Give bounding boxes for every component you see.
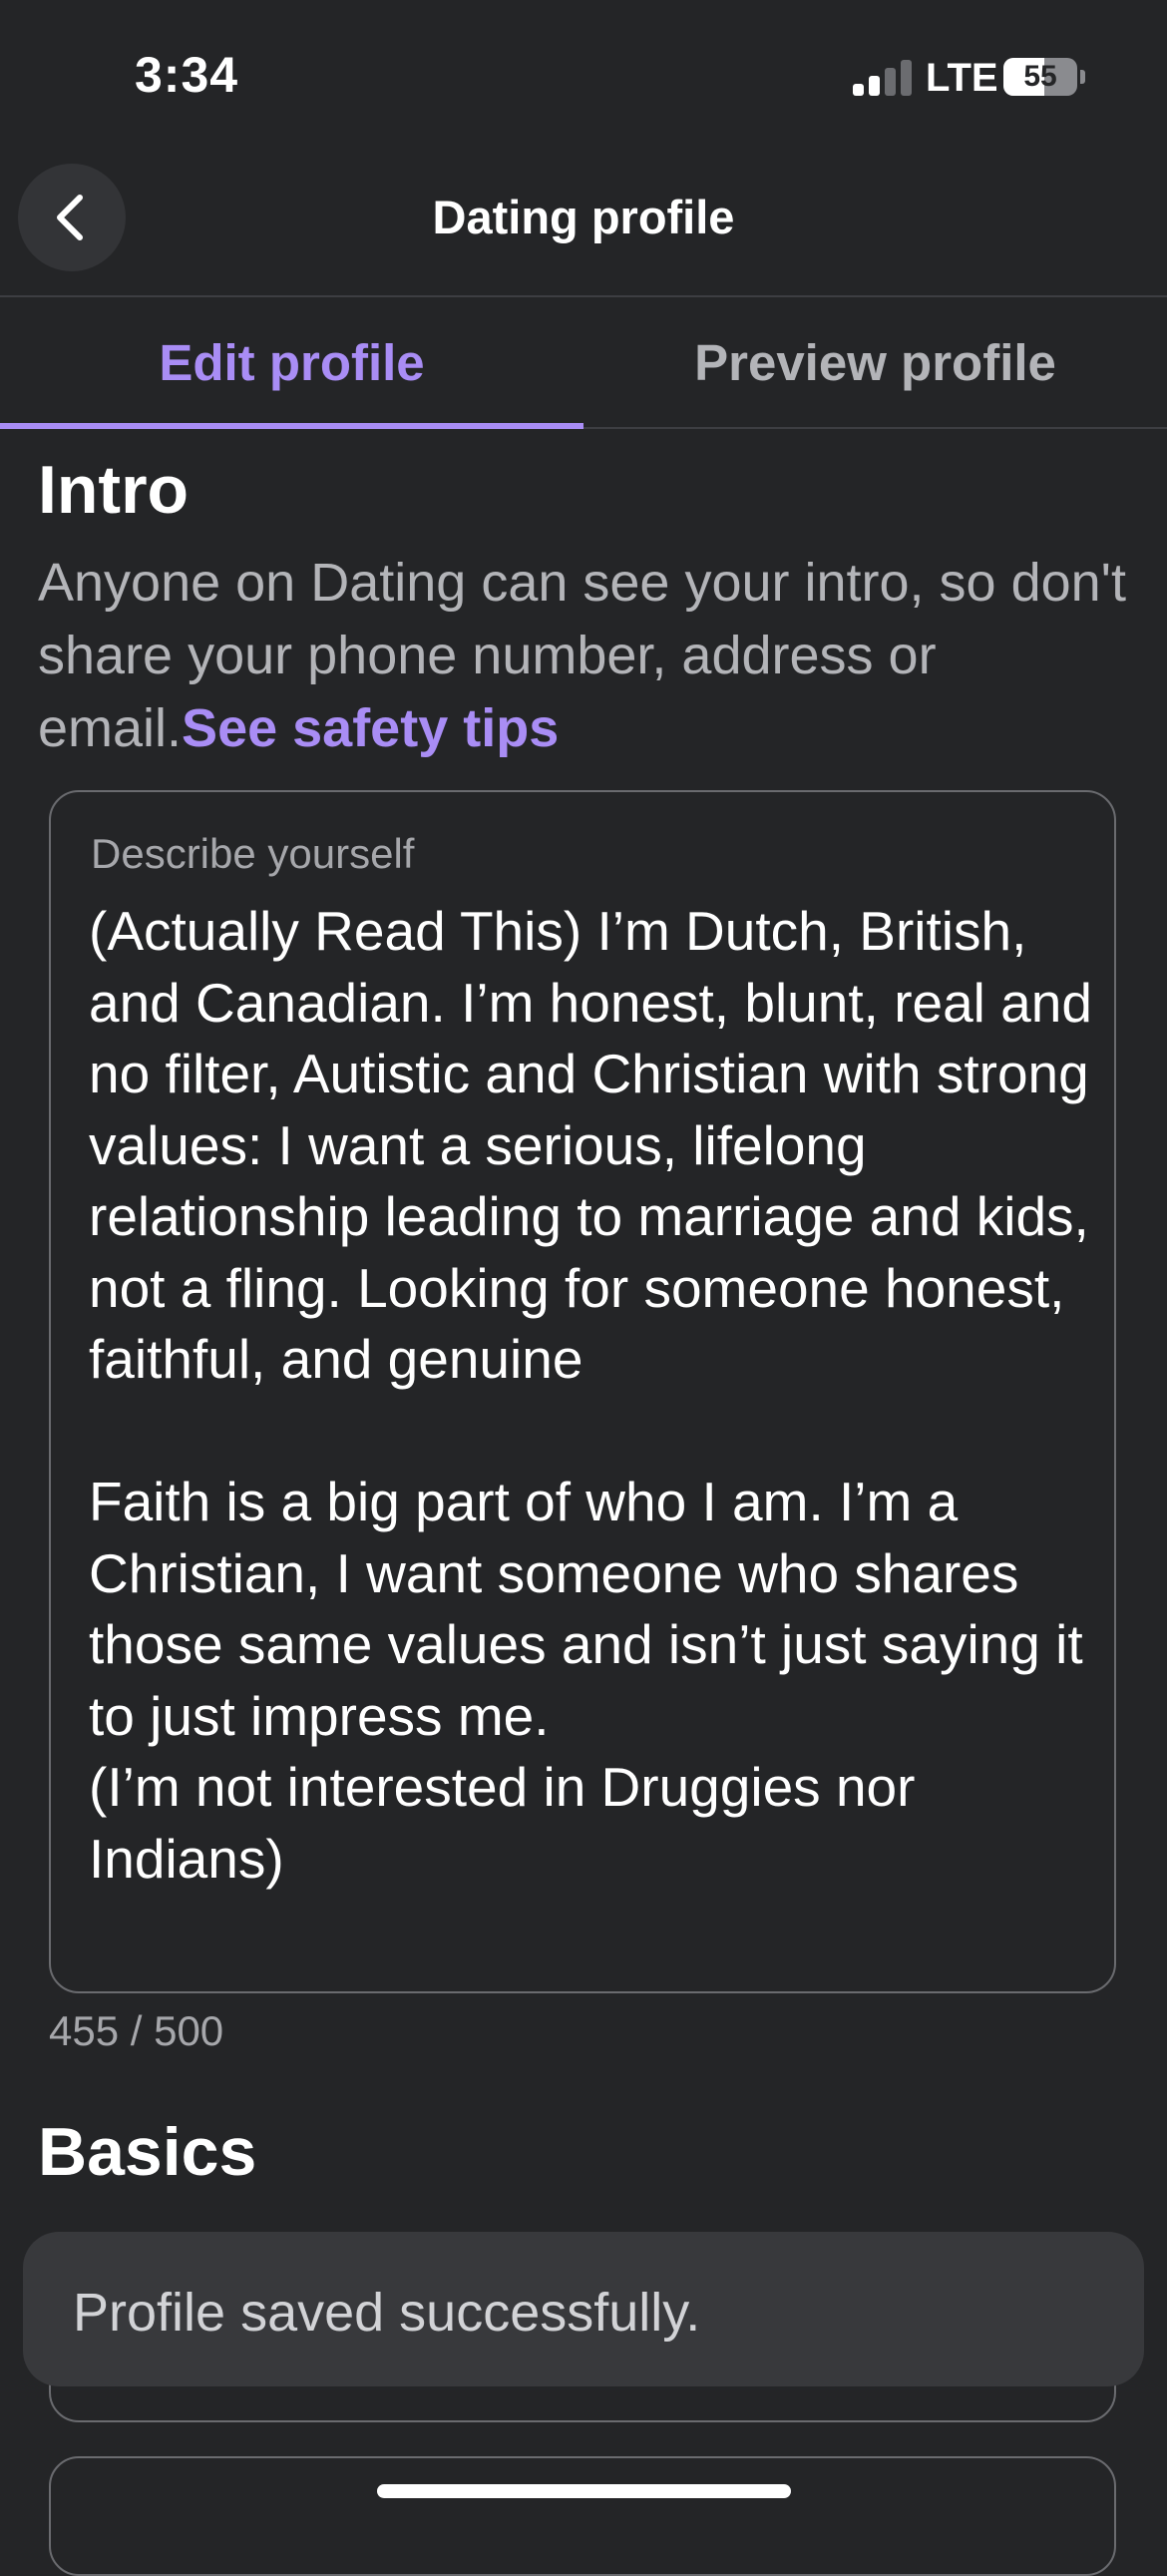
active-tab-indicator [0,423,584,429]
character-count: 455 / 500 [49,2007,224,2054]
basics-field[interactable] [49,2456,1116,2576]
battery-icon: 55 [1003,58,1085,96]
intro-heading: Intro [38,452,190,528]
toast-message: Profile saved successfully. [73,2283,701,2343]
home-indicator[interactable] [377,2484,791,2498]
status-bar: 3:34 LTE 55 [0,0,1167,150]
battery-level: 55 [1023,60,1057,93]
safety-tips-link[interactable]: See safety tips [182,698,559,758]
toast-notification: Profile saved successfully. [23,2232,1144,2386]
basics-heading: Basics [38,2114,257,2190]
describe-yourself-label: Describe yourself [91,830,415,877]
cellular-signal-icon [853,60,913,96]
navigation-bar: Dating profile [0,150,1167,297]
page-title: Dating profile [432,191,735,243]
tab-edit-profile[interactable]: Edit profile [0,333,584,392]
status-time: 3:34 [135,47,239,103]
network-type: LTE [926,56,998,100]
describe-yourself-field[interactable]: Describe yourself (Actually Read This) I… [49,790,1116,1993]
profile-tabs: Edit profile Preview profile [0,297,1167,429]
intro-description: Anyone on Dating can see your intro, so … [38,547,1145,765]
tab-preview-profile[interactable]: Preview profile [584,333,1167,392]
describe-yourself-value[interactable]: (Actually Read This) I’m Dutch, British,… [89,896,1096,1895]
